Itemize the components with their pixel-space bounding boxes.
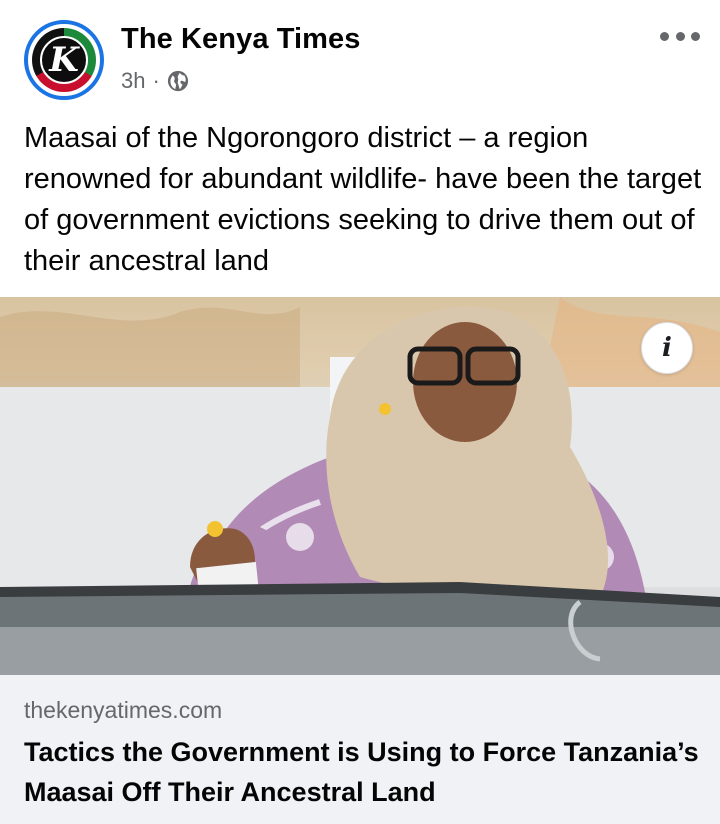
more-dot-icon: [675, 31, 685, 41]
more-options-button[interactable]: [660, 28, 700, 44]
avatar-logo: K: [40, 36, 88, 84]
photo-illustration: [0, 297, 720, 675]
globe-icon[interactable]: [167, 70, 189, 92]
more-dot-icon: [660, 31, 669, 41]
post-timestamp[interactable]: 3h: [121, 68, 145, 94]
post-header: K The Kenya Times 3h ·: [0, 0, 720, 112]
link-headline[interactable]: Tactics the Government is Using to Force…: [24, 732, 704, 812]
info-button[interactable]: i: [641, 322, 693, 374]
link-preview-image[interactable]: [0, 297, 720, 675]
more-dot-icon: [691, 31, 700, 41]
page-avatar[interactable]: K: [24, 20, 104, 100]
meta-separator: ·: [152, 68, 160, 93]
post-meta: 3h ·: [121, 66, 189, 96]
avatar-ring: K: [32, 28, 96, 92]
page-name-link[interactable]: The Kenya Times: [121, 23, 361, 56]
link-domain: thekenyatimes.com: [24, 697, 223, 723]
post-caption: Maasai of the Ngorongoro district – a re…: [24, 122, 702, 277]
